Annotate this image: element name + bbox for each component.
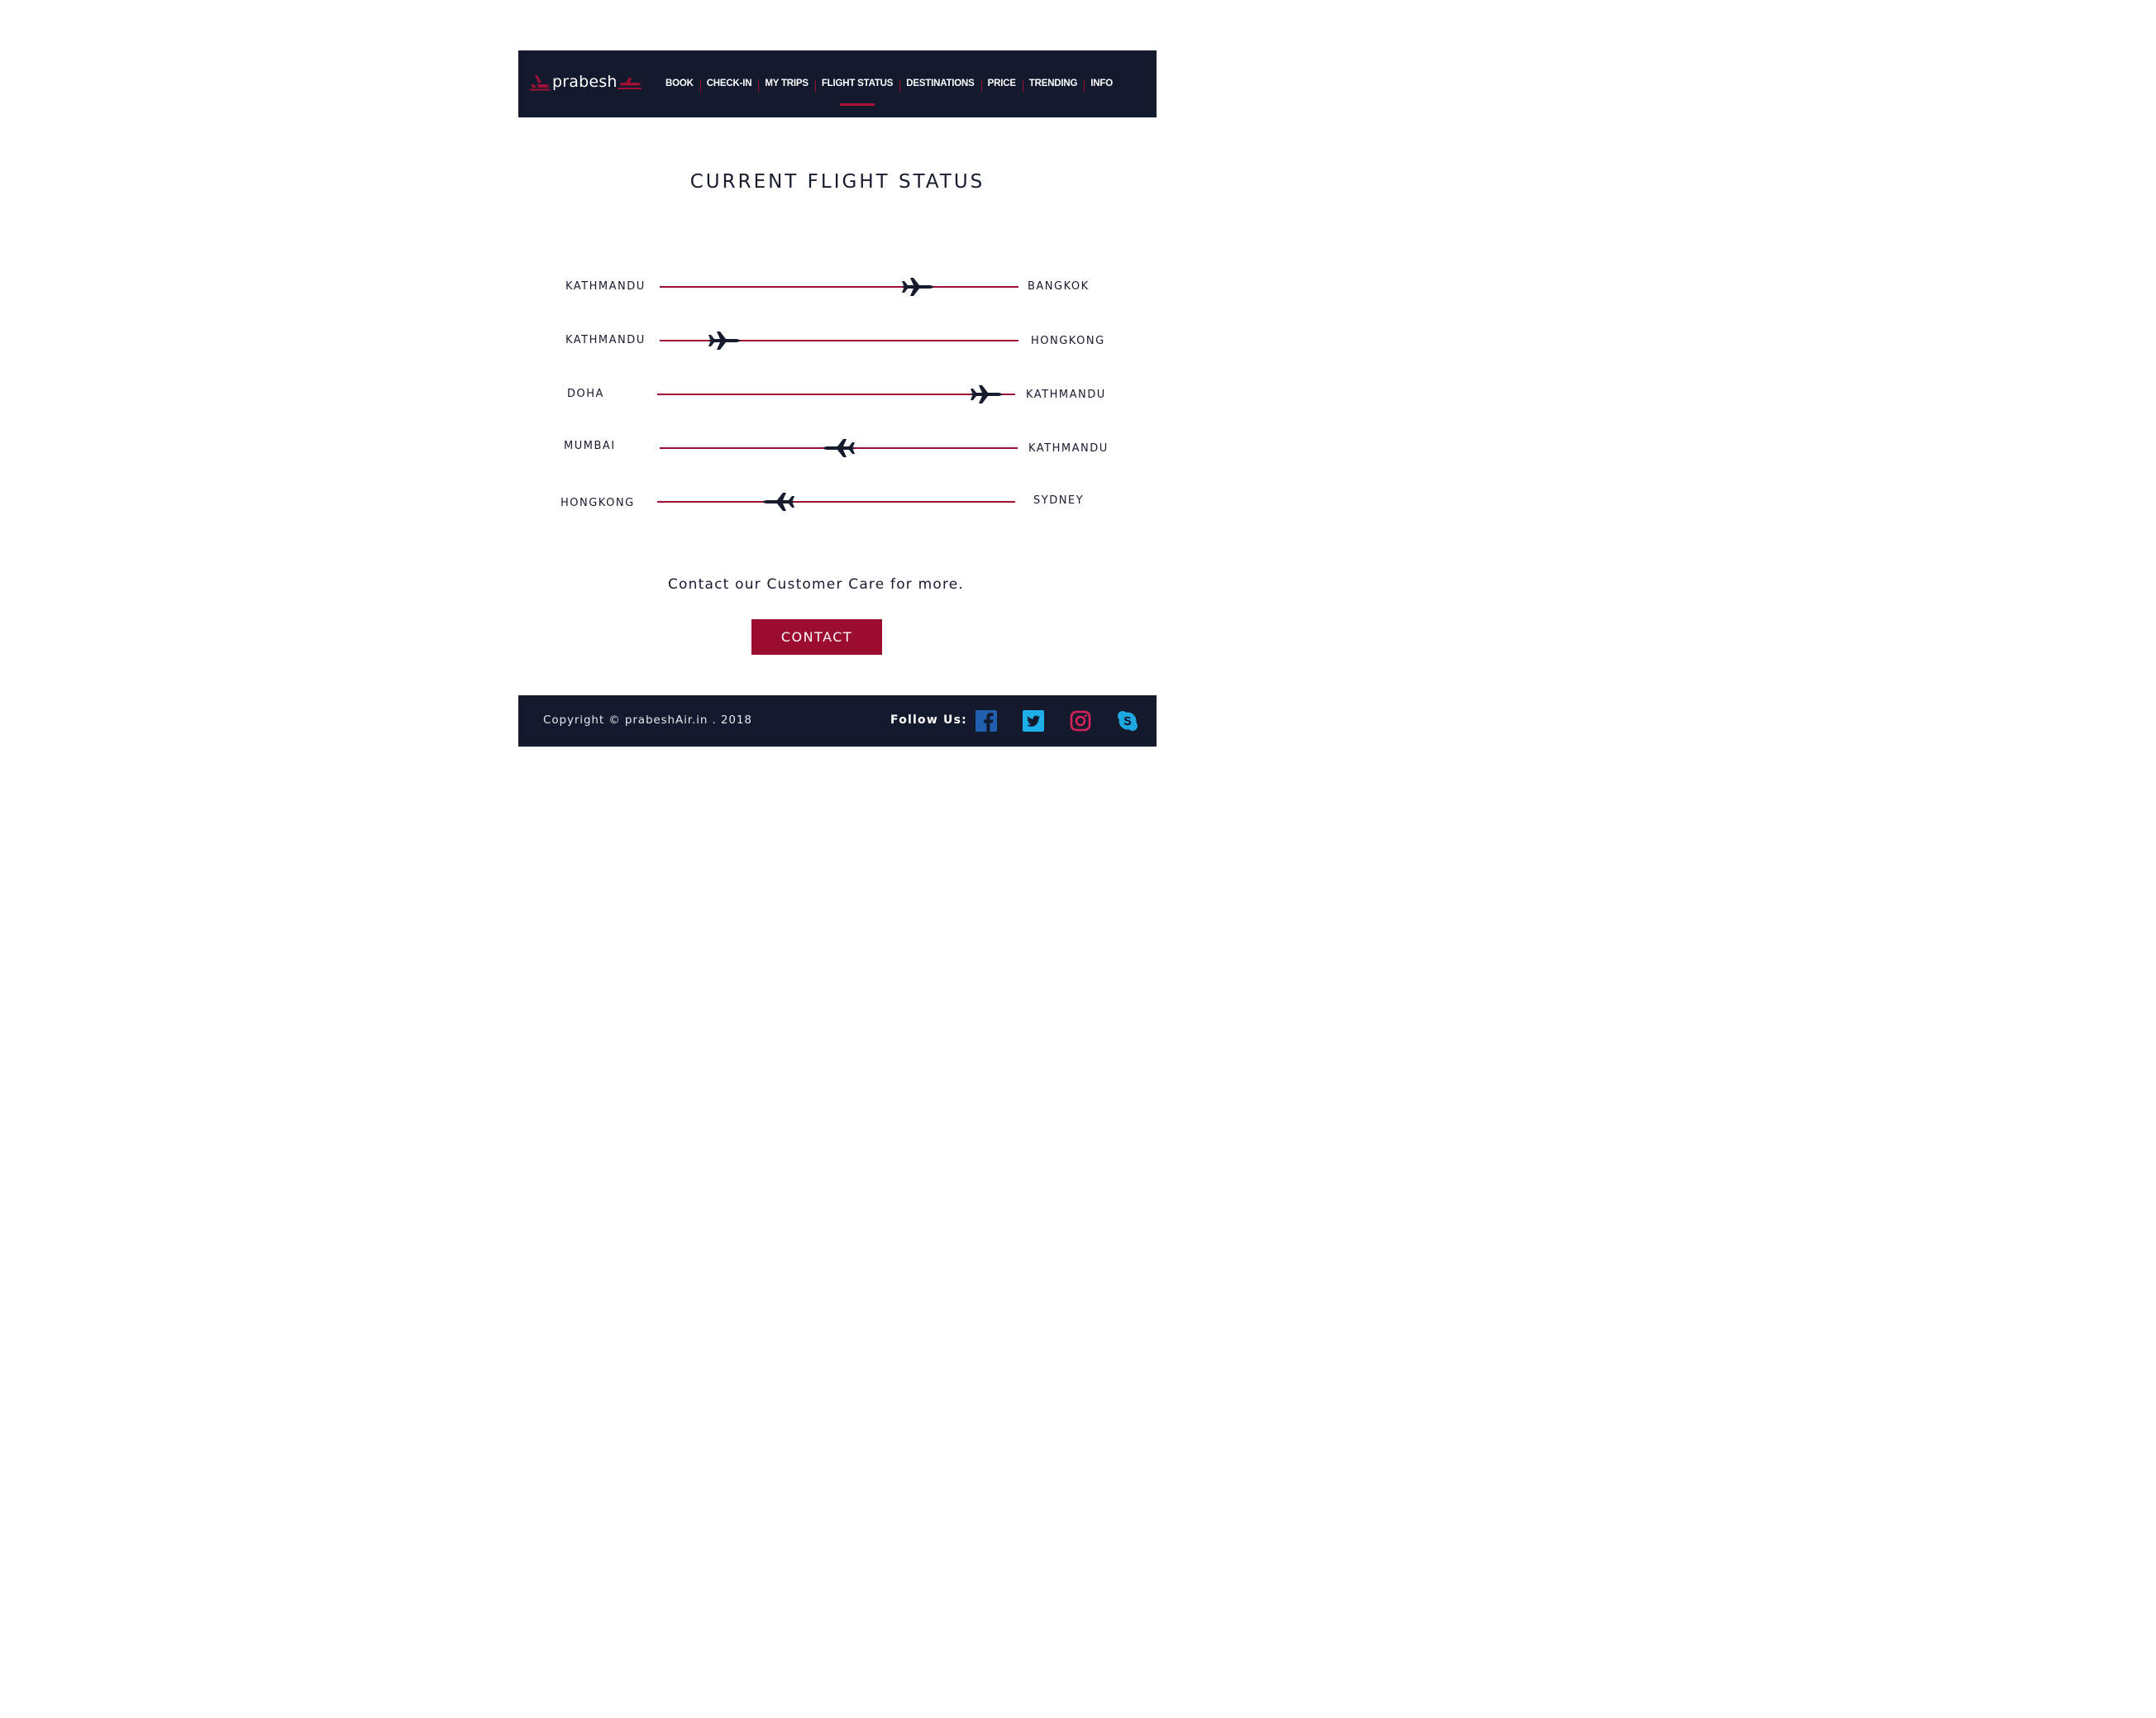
instagram-icon[interactable] [1070, 710, 1091, 732]
flight-row: KATHMANDU BANGKOK [518, 274, 1157, 298]
origin-city: DOHA [567, 388, 604, 400]
destination-city: KATHMANDU [1028, 442, 1109, 455]
page-title: CURRENT FLIGHT STATUS [689, 171, 985, 193]
follow-us-label: Follow Us: [890, 713, 967, 727]
brand-name: prabesh [552, 73, 618, 91]
plane-left-icon [762, 490, 795, 513]
destination-city: KATHMANDU [1026, 389, 1106, 401]
nav-info[interactable]: INFO [1084, 50, 1119, 117]
main-nav: BOOK CHECK-IN MY TRIPS FLIGHT STATUS DES… [659, 50, 1119, 117]
plane-left-icon [823, 437, 856, 460]
nav-flight-status[interactable]: FLIGHT STATUS [814, 50, 899, 117]
route-line [657, 501, 1015, 503]
nav-destinations[interactable]: DESTINATIONS [899, 50, 980, 117]
flight-row: HONGKONG SYDNEY [518, 489, 1157, 513]
route-line [660, 286, 1018, 288]
site-header: prabesh BOOK CHECK-IN MY TRIPS FLIGHT ST… [518, 50, 1157, 117]
nav-trending[interactable]: TRENDING [1022, 50, 1084, 117]
origin-city: MUMBAI [564, 440, 616, 452]
site-footer: Copyright © prabeshAir.in . 2018 Follow … [518, 695, 1157, 747]
route-line [657, 394, 1015, 395]
logo-plane-right-icon [617, 78, 642, 89]
contact-message: Contact our Customer Care for more. [667, 576, 965, 593]
twitter-icon[interactable] [1023, 710, 1044, 732]
nav-my-trips[interactable]: MY TRIPS [758, 50, 815, 117]
logo-plane-icon [530, 75, 550, 91]
flight-row: KATHMANDU HONGKONG [518, 327, 1157, 352]
facebook-icon[interactable] [975, 710, 997, 732]
destination-city: BANGKOK [1028, 280, 1090, 293]
copyright-text: Copyright © prabeshAir.in . 2018 [543, 713, 752, 727]
plane-right-icon [901, 275, 934, 298]
nav-check-in[interactable]: CHECK-IN [699, 50, 759, 117]
skype-icon[interactable] [1117, 710, 1138, 732]
origin-city: KATHMANDU [565, 334, 646, 346]
destination-city: SYDNEY [1033, 494, 1085, 507]
flight-row: DOHA KATHMANDU [518, 381, 1157, 406]
brand-logo[interactable]: prabesh [529, 69, 645, 94]
origin-city: KATHMANDU [565, 280, 646, 293]
destination-city: HONGKONG [1031, 335, 1105, 347]
plane-right-icon [708, 329, 741, 352]
page-container: prabesh BOOK CHECK-IN MY TRIPS FLIGHT ST… [518, 50, 1157, 747]
nav-price[interactable]: PRICE [980, 50, 1023, 117]
plane-right-icon [970, 383, 1003, 406]
flight-row: MUMBAI KATHMANDU [518, 435, 1157, 460]
origin-city: HONGKONG [560, 497, 635, 509]
contact-button[interactable]: CONTACT [751, 619, 882, 655]
nav-book[interactable]: BOOK [659, 50, 700, 117]
